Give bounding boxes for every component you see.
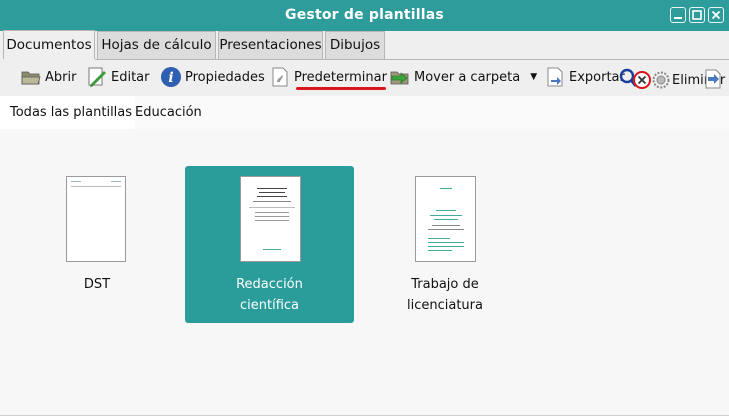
title-bar: Gestor de plantillas [0, 0, 729, 32]
next-icon [703, 69, 723, 89]
breadcrumb: Todas las plantillas Educación [0, 96, 729, 129]
default-document-icon [269, 66, 291, 88]
template-item[interactable]: Trabajo de licenciatura [371, 166, 519, 323]
properties-label: Propiedades [185, 69, 265, 85]
template-name: DST [83, 277, 111, 292]
maximize-button[interactable] [689, 7, 705, 23]
maximize-icon [692, 10, 702, 20]
tab-presentaciones[interactable]: Presentaciones [218, 31, 323, 59]
template-item[interactable]: DST [23, 166, 171, 323]
template-name: Redacción científica [236, 277, 303, 313]
edit-icon [86, 66, 108, 88]
edit-button[interactable]: Editar [86, 65, 150, 89]
template-grid: DST Redacción científica Trabajo de lice… [0, 129, 729, 416]
export-button[interactable]: Exportar [544, 65, 625, 89]
tab-bar: Documentos Hojas de cálculo Presentacion… [0, 30, 729, 60]
move-folder-icon [389, 66, 411, 88]
template-item-selected[interactable]: Redacción científica [185, 166, 354, 323]
toolbar-overflow-button[interactable] [703, 67, 723, 91]
move-to-folder-button[interactable]: Mover a carpeta ▼ [389, 65, 537, 89]
open-label: Abrir [45, 69, 77, 85]
breadcrumb-current[interactable]: Educación [135, 105, 202, 120]
dropdown-arrow-icon[interactable]: ▼ [530, 72, 537, 82]
minimize-icon [674, 17, 682, 19]
template-thumbnail [66, 176, 126, 262]
tab-dibujos[interactable]: Dibujos [325, 31, 385, 59]
delete-icon [633, 71, 651, 89]
close-icon [711, 10, 721, 20]
window-title: Gestor de plantillas [285, 7, 444, 23]
highlight-underline [296, 87, 386, 90]
tab-documentos[interactable]: Documentos [3, 30, 95, 59]
properties-button[interactable]: i Propiedades [160, 65, 265, 89]
toolbar: Abrir Editar i Propiedades Predeterminar… [0, 60, 729, 96]
tab-hojas-de-calculo[interactable]: Hojas de cálculo [97, 31, 216, 59]
template-thumbnail [240, 176, 301, 262]
minimize-button[interactable] [670, 7, 686, 23]
open-button[interactable]: Abrir [20, 65, 76, 89]
export-label: Exportar [569, 69, 625, 85]
breadcrumb-all-templates[interactable]: Todas las plantillas [0, 96, 135, 129]
folder-open-icon [20, 66, 42, 88]
template-thumbnail [415, 176, 476, 262]
template-name: Trabajo de licenciatura [407, 277, 483, 313]
close-button[interactable] [708, 7, 724, 23]
svg-text:i: i [168, 70, 173, 86]
gear-icon [652, 71, 670, 89]
move-to-folder-label: Mover a carpeta [414, 69, 521, 85]
set-default-button[interactable]: Predeterminar [269, 65, 387, 89]
export-icon [544, 66, 566, 88]
set-default-label: Predeterminar [294, 69, 387, 85]
edit-label: Editar [111, 69, 150, 85]
info-icon: i [160, 66, 182, 88]
